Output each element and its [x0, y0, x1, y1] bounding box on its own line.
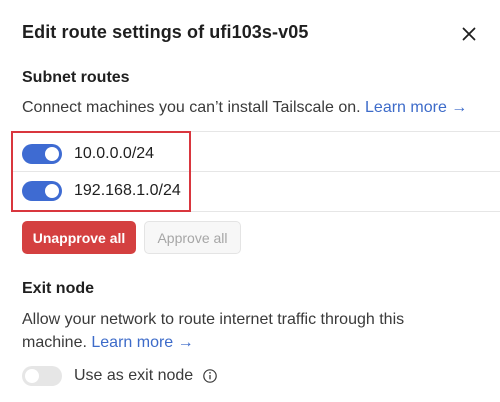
- dialog-title: Edit route settings of ufi103s-v05: [22, 22, 309, 42]
- route-toggle[interactable]: [22, 144, 62, 164]
- exit-node-description-line2: machine. Learn more →: [22, 331, 194, 355]
- exit-learn-more-link[interactable]: Learn more →: [91, 334, 193, 351]
- close-icon: [462, 27, 476, 41]
- divider: [12, 131, 500, 132]
- approve-all-button[interactable]: Approve all: [144, 221, 241, 254]
- subnet-learn-more-link[interactable]: Learn more →: [365, 99, 467, 116]
- close-button[interactable]: [459, 24, 479, 44]
- route-label: 10.0.0.0/24: [74, 145, 155, 162]
- subnet-routes-description: Connect machines you can’t install Tails…: [22, 96, 467, 120]
- route-settings-dialog: Edit route settings of ufi103s-v05 Subne…: [0, 0, 500, 402]
- info-icon[interactable]: [203, 369, 217, 383]
- subnet-routes-heading: Subnet routes: [22, 69, 130, 86]
- exit-description-text: machine.: [22, 334, 87, 351]
- route-toggle[interactable]: [22, 181, 62, 201]
- route-item: 10.0.0.0/24: [22, 142, 154, 166]
- subnet-description-text: Connect machines you can’t install Tails…: [22, 99, 361, 116]
- route-item: 192.168.1.0/24: [22, 179, 181, 203]
- unapprove-all-button[interactable]: Unapprove all: [22, 221, 136, 254]
- divider: [12, 211, 500, 212]
- exit-node-heading: Exit node: [22, 280, 95, 297]
- route-label: 192.168.1.0/24: [74, 182, 181, 199]
- divider: [12, 171, 500, 172]
- exit-node-toggle[interactable]: [22, 366, 62, 386]
- exit-node-label: Use as exit node: [74, 367, 194, 384]
- toggle-knob: [45, 184, 59, 198]
- toggle-knob: [25, 369, 39, 383]
- exit-node-description-line1: Allow your network to route internet tra…: [22, 311, 405, 328]
- exit-node-row: Use as exit node: [22, 365, 217, 387]
- toggle-knob: [45, 147, 59, 161]
